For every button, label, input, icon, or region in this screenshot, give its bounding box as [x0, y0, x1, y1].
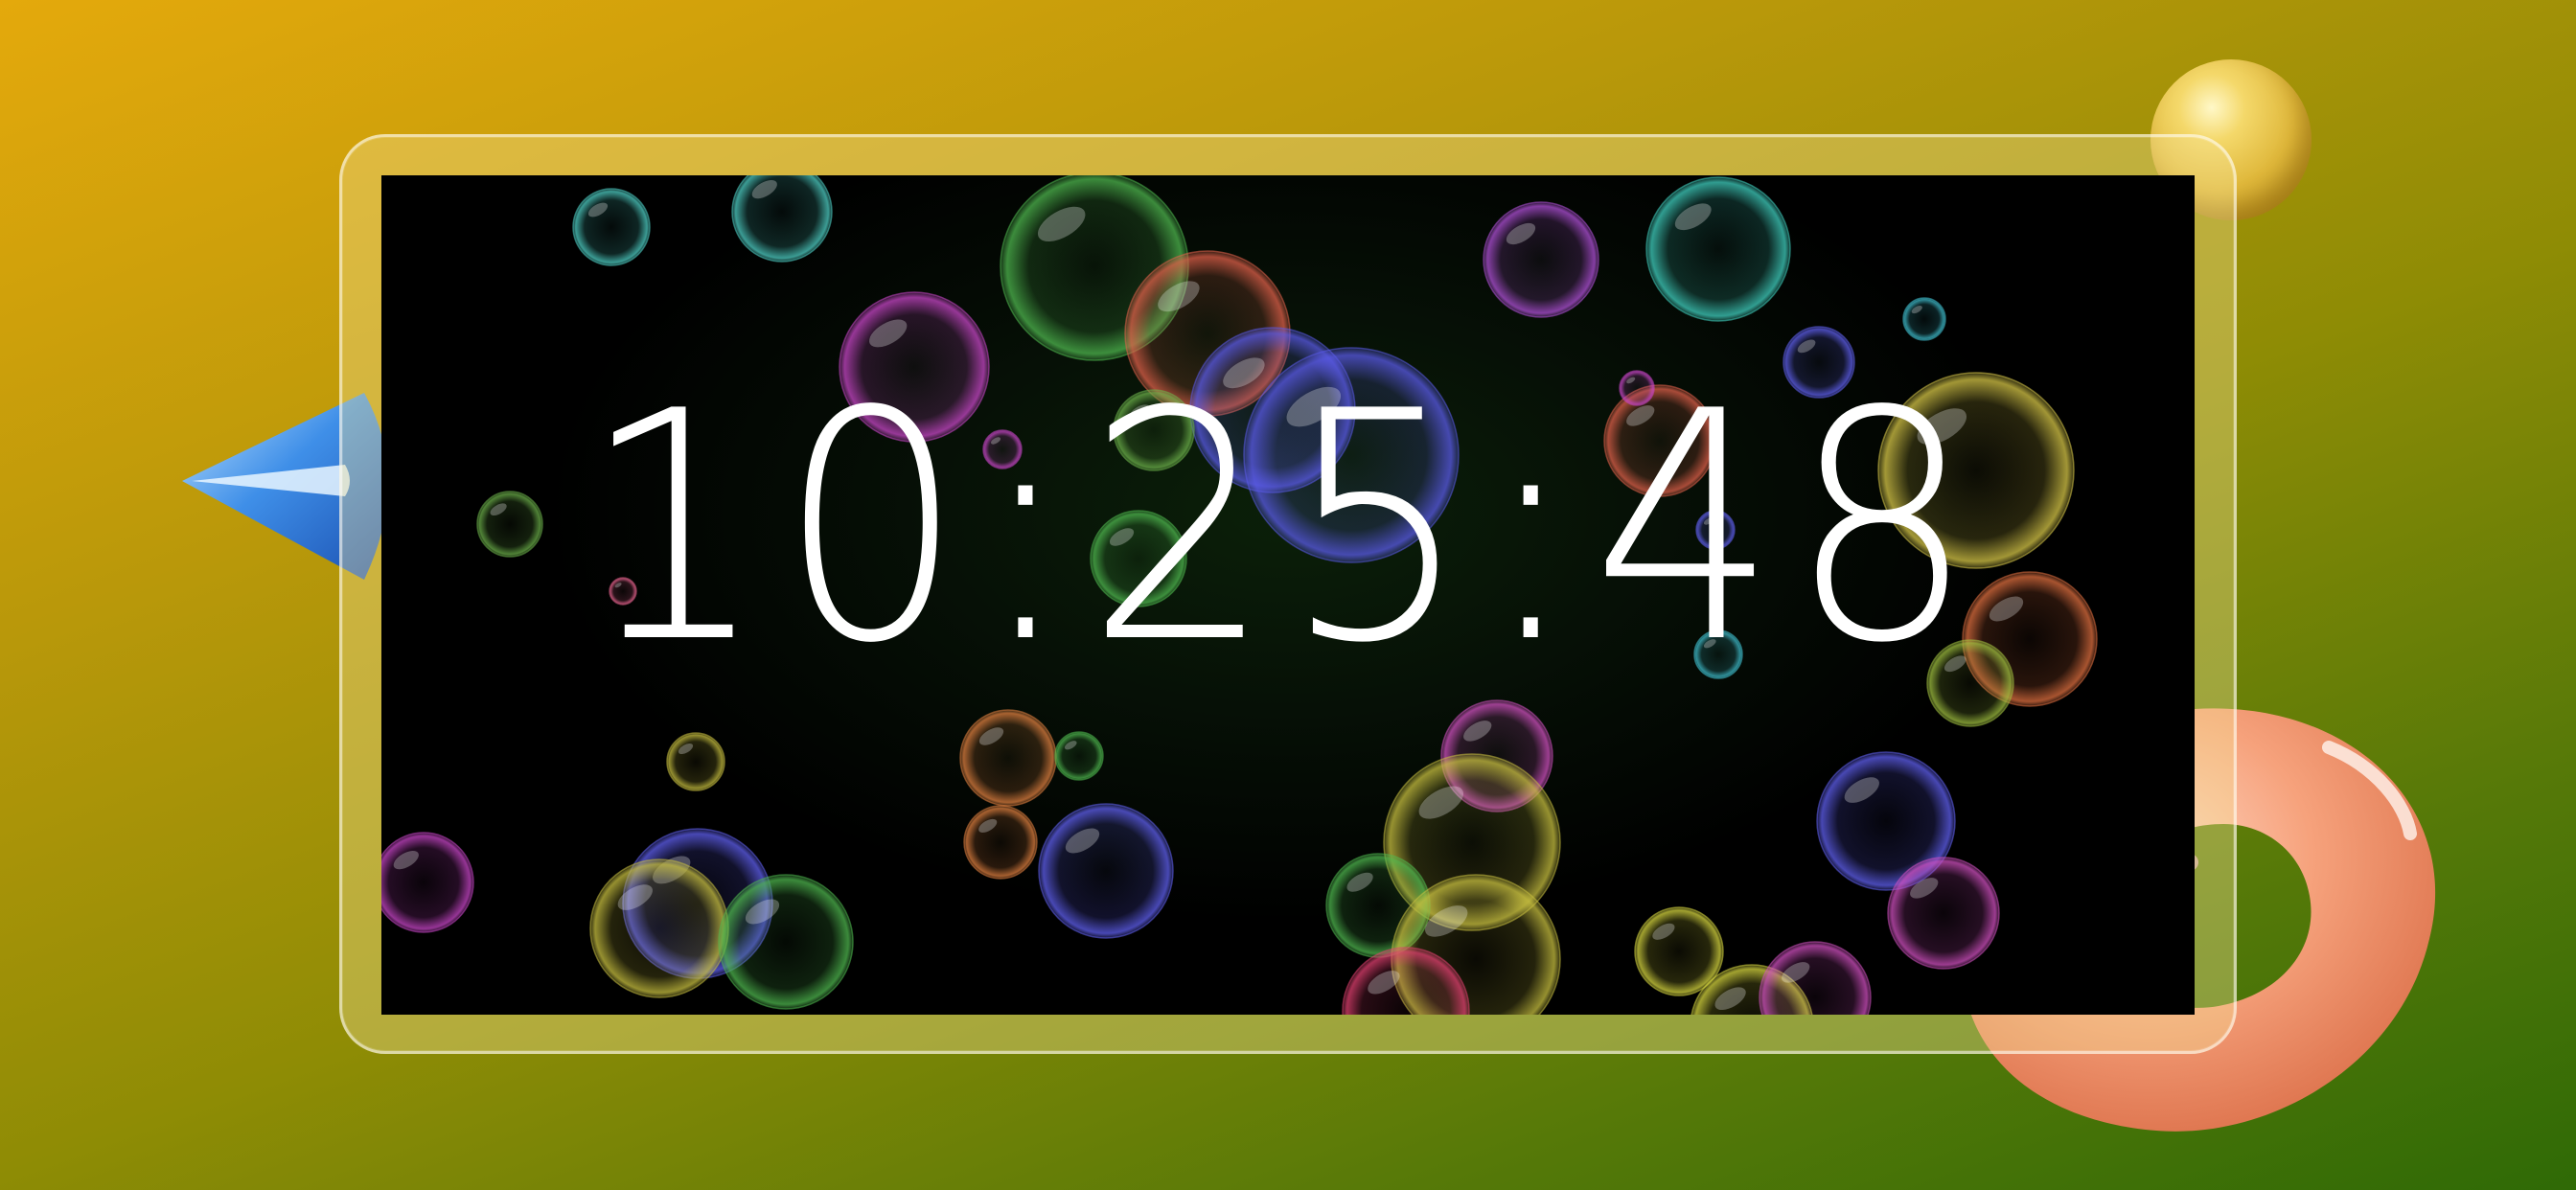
bubble — [1759, 941, 1872, 1015]
digital-clock: 10:25:48 — [450, 175, 2119, 948]
clock-screen: 10:25:48 — [381, 175, 2195, 1015]
clock-time: 10:25:48 — [581, 344, 1988, 712]
